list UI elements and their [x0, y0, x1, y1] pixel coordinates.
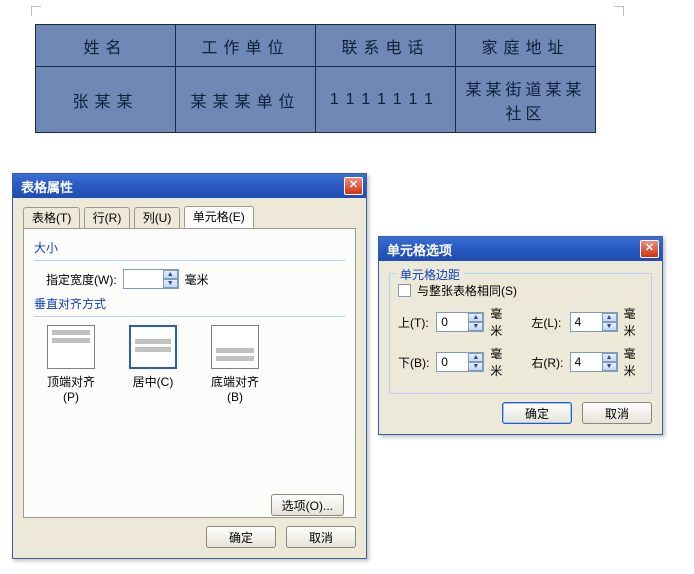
valign-top-label: 顶端对齐(P) [40, 373, 102, 404]
close-icon[interactable]: ✕ [640, 240, 659, 258]
same-as-table-checkbox[interactable] [398, 284, 411, 297]
table-cell[interactable]: 某某某单位 [176, 67, 316, 133]
dialog-title: 表格属性 [21, 177, 73, 196]
valign-bottom-option[interactable] [211, 325, 259, 369]
width-unit: 毫米 [185, 271, 209, 288]
close-icon[interactable]: ✕ [344, 177, 363, 195]
ok-button[interactable]: 确定 [502, 402, 572, 424]
margin-top-label: 上(T): [398, 314, 430, 331]
margin-right-label: 右(R): [531, 354, 563, 371]
margin-left-spinner[interactable]: ▲▼ [602, 313, 617, 331]
unit-label: 毫米 [490, 345, 509, 379]
margin-left-label: 左(L): [531, 314, 563, 331]
tab-panel-cell: 大小 指定宽度(W): ▲▼ 毫米 垂直对齐方式 顶端对齐(P) [23, 228, 356, 518]
dialog-titlebar[interactable]: 单元格选项 ✕ [379, 237, 662, 261]
cancel-button[interactable]: 取消 [286, 526, 356, 548]
valign-bottom-label: 底端对齐(B) [204, 373, 266, 404]
table-cell[interactable]: 某某街道某某社区 [456, 67, 596, 133]
table-header-cell[interactable]: 家庭地址 [456, 25, 596, 67]
tab-col[interactable]: 列(U) [134, 207, 181, 228]
valign-top-option[interactable] [47, 325, 95, 369]
margin-bottom-spinner[interactable]: ▲▼ [468, 353, 483, 371]
cancel-button[interactable]: 取消 [582, 402, 652, 424]
width-label: 指定宽度(W): [46, 271, 117, 288]
dialog-titlebar[interactable]: 表格属性 ✕ [13, 174, 366, 198]
same-as-table-label: 与整张表格相同(S) [417, 282, 517, 299]
section-valign-title: 垂直对齐方式 [34, 295, 345, 312]
options-button[interactable]: 选项(O)... [271, 494, 344, 516]
margin-bottom-label: 下(B): [398, 354, 430, 371]
valign-middle-option[interactable] [129, 325, 177, 369]
margin-right-spinner[interactable]: ▲▼ [602, 353, 617, 371]
unit-label: 毫米 [624, 345, 643, 379]
cell-margin-title: 单元格边距 [396, 266, 464, 283]
width-spinner[interactable]: ▲▼ [163, 270, 178, 288]
unit-label: 毫米 [624, 305, 643, 339]
table-cell[interactable]: 张某某 [36, 67, 176, 133]
table-cell[interactable]: 1111111 [316, 67, 456, 133]
ok-button[interactable]: 确定 [206, 526, 276, 548]
tab-row[interactable]: 行(R) [84, 207, 131, 228]
section-size-title: 大小 [34, 239, 345, 256]
dialog-title: 单元格选项 [387, 240, 452, 259]
tab-bar: 表格(T) 行(R) 列(U) 单元格(E) [23, 206, 356, 228]
document-table: 姓名 工作单位 联系电话 家庭地址 张某某 某某某单位 1111111 某某街道… [35, 24, 596, 133]
table-properties-dialog: 表格属性 ✕ 表格(T) 行(R) 列(U) 单元格(E) 大小 指定宽度(W)… [12, 173, 367, 559]
unit-label: 毫米 [490, 305, 509, 339]
tab-cell[interactable]: 单元格(E) [184, 206, 254, 228]
valign-middle-label: 居中(C) [122, 373, 184, 390]
table-header-cell[interactable]: 工作单位 [176, 25, 316, 67]
margin-top-spinner[interactable]: ▲▼ [468, 313, 483, 331]
table-header-cell[interactable]: 联系电话 [316, 25, 456, 67]
table-header-cell[interactable]: 姓名 [36, 25, 176, 67]
tab-table[interactable]: 表格(T) [23, 207, 80, 228]
cell-options-dialog: 单元格选项 ✕ 单元格边距 与整张表格相同(S) 上(T): ▲▼ 毫米 左(L… [378, 236, 663, 435]
cell-margin-group: 单元格边距 与整张表格相同(S) 上(T): ▲▼ 毫米 左(L): ▲▼ 毫米 [389, 273, 652, 394]
